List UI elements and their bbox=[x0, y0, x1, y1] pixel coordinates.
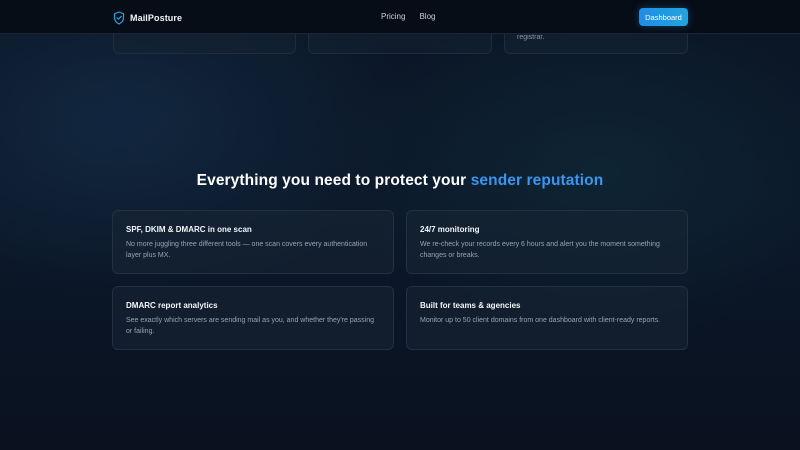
nav-link-pricing[interactable]: Pricing bbox=[381, 12, 405, 21]
feature-card-scan: SPF, DKIM & DMARC in one scan No more ju… bbox=[112, 210, 394, 274]
feature-description: We re-check your records every 6 hours a… bbox=[420, 241, 660, 259]
feature-card-partial-text: registrar. bbox=[517, 34, 545, 41]
shield-check-icon bbox=[113, 11, 125, 25]
feature-card-teams: Built for teams & agencies Monitor up to… bbox=[406, 286, 688, 350]
brand-logo-link[interactable]: MailPosture bbox=[113, 10, 182, 26]
nav-link-blog[interactable]: Blog bbox=[419, 12, 435, 21]
feature-title: DMARC report analytics bbox=[126, 301, 218, 310]
feature-description: No more juggling three different tools —… bbox=[126, 241, 368, 259]
top-nav: MailPosture Pricing Blog Dashboard bbox=[0, 0, 800, 34]
feature-card-analytics: DMARC report analytics See exactly which… bbox=[112, 286, 394, 350]
dashboard-button[interactable]: Dashboard bbox=[639, 8, 688, 26]
feature-title: Built for teams & agencies bbox=[420, 301, 521, 310]
feature-title: SPF, DKIM & DMARC in one scan bbox=[126, 225, 252, 234]
feature-title: 24/7 monitoring bbox=[420, 225, 480, 234]
section-title: Everything you need to protect your send… bbox=[0, 172, 800, 190]
brand-name: MailPosture bbox=[130, 13, 183, 23]
nav-links: Pricing Blog bbox=[381, 12, 435, 21]
feature-description: See exactly which servers are sending ma… bbox=[126, 317, 375, 335]
section-title-main: Everything you need to protect your bbox=[196, 172, 471, 189]
feature-description: Monitor up to 50 client domains from one… bbox=[420, 317, 661, 324]
feature-card-monitoring: 24/7 monitoring We re-check your records… bbox=[406, 210, 688, 274]
section-title-accent: sender reputation bbox=[470, 172, 604, 189]
